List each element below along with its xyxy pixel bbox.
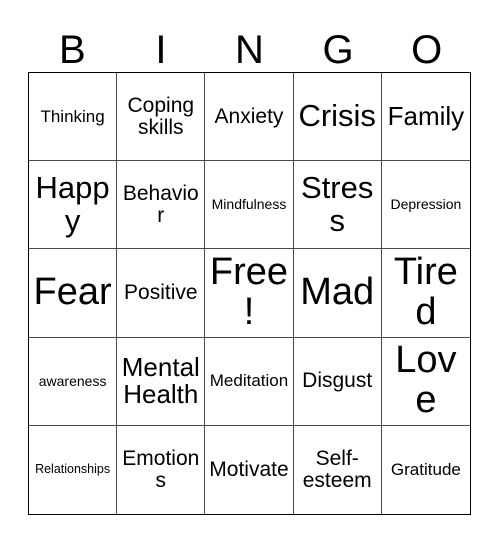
header-letter-o: O	[382, 16, 471, 72]
bingo-cell-label: Relationships	[35, 462, 111, 477]
bingo-cell-label: Meditation	[209, 371, 289, 391]
bingo-cell[interactable]: Depression	[381, 161, 470, 250]
bingo-cell-label: Self-esteem	[302, 446, 372, 492]
bingo-cell[interactable]: Stress	[293, 161, 382, 250]
bingo-cell[interactable]: Disgust	[293, 337, 382, 426]
bingo-cell[interactable]: Mad	[293, 249, 382, 338]
bingo-cell-label: Emotions	[122, 446, 200, 492]
bingo-cell[interactable]: Fear	[29, 249, 118, 338]
bingo-cell-label: Depression	[390, 196, 462, 213]
bingo-cell[interactable]: Motivate	[205, 425, 294, 514]
bingo-cell[interactable]: Happy	[29, 161, 118, 250]
header-letter-n: N	[205, 16, 294, 72]
bingo-cell-label: Positive	[124, 280, 198, 304]
bingo-cell-label: Stress	[301, 170, 374, 238]
bingo-cell-label: Love	[395, 339, 457, 422]
header-letter-b: B	[28, 16, 117, 72]
bingo-cell-label: Fear	[33, 271, 112, 314]
bingo-cell[interactable]: Relationships	[29, 425, 118, 514]
bingo-cell-label: Anxiety	[214, 104, 284, 128]
bingo-grid: Thinking Coping skills Anxiety Crisis Fa…	[28, 72, 471, 515]
bingo-cell[interactable]: Emotions	[117, 425, 206, 514]
bingo-cell[interactable]: awareness	[29, 337, 118, 426]
bingo-cell-label: Tired	[393, 251, 458, 333]
header-letter-b-text: B	[58, 28, 86, 72]
header-letter-o-text: O	[411, 28, 443, 72]
bingo-cell-label: Disgust	[302, 369, 373, 393]
bingo-cell-label: Mindfulness	[211, 196, 287, 213]
bingo-cell-label: Gratitude	[390, 459, 461, 479]
bingo-cell[interactable]: Thinking	[29, 73, 118, 162]
bingo-cell[interactable]: Self-esteem	[293, 425, 382, 514]
bingo-cell[interactable]: Meditation	[205, 337, 294, 426]
bingo-cell[interactable]: Love	[381, 337, 470, 426]
bingo-cell-label: Thinking	[40, 106, 105, 126]
bingo-cell[interactable]: Mindfulness	[205, 161, 294, 250]
bingo-cell[interactable]: Coping skills	[117, 73, 206, 162]
bingo-cell-label: Mental Health	[121, 351, 200, 410]
bingo-cell-label: Crisis	[298, 98, 376, 134]
bingo-cell[interactable]: Positive	[117, 249, 206, 338]
bingo-cell[interactable]: Gratitude	[381, 425, 470, 514]
header-letter-g: G	[294, 16, 383, 72]
bingo-cell[interactable]: Family	[381, 73, 470, 162]
bingo-cell-label: Motivate	[209, 457, 289, 481]
bingo-cell-label: Coping skills	[127, 93, 195, 139]
bingo-cell[interactable]: Crisis	[293, 73, 382, 162]
bingo-cell-label: awareness	[38, 372, 107, 389]
header-letter-g-text: G	[322, 28, 354, 72]
bingo-card: B I N G O Thinking Coping skills Anxiety…	[0, 0, 500, 544]
bingo-cell[interactable]: Behavior	[117, 161, 206, 250]
header-letter-n-text: N	[235, 28, 264, 72]
bingo-cell-label: Happy	[35, 170, 110, 238]
bingo-cell-label: Behavior	[122, 181, 199, 227]
bingo-cell-label: Free!	[209, 251, 289, 333]
bingo-header-row: B I N G O	[28, 16, 471, 72]
bingo-cell-free-space[interactable]: Free!	[205, 249, 294, 338]
bingo-cell-label: Mad	[300, 271, 375, 314]
header-letter-i-text: I	[155, 28, 167, 72]
bingo-cell[interactable]: Anxiety	[205, 73, 294, 162]
bingo-cell[interactable]: Tired	[381, 249, 470, 338]
header-letter-i: I	[117, 16, 206, 72]
bingo-cell-label: Family	[387, 100, 465, 131]
bingo-cell[interactable]: Mental Health	[117, 337, 206, 426]
